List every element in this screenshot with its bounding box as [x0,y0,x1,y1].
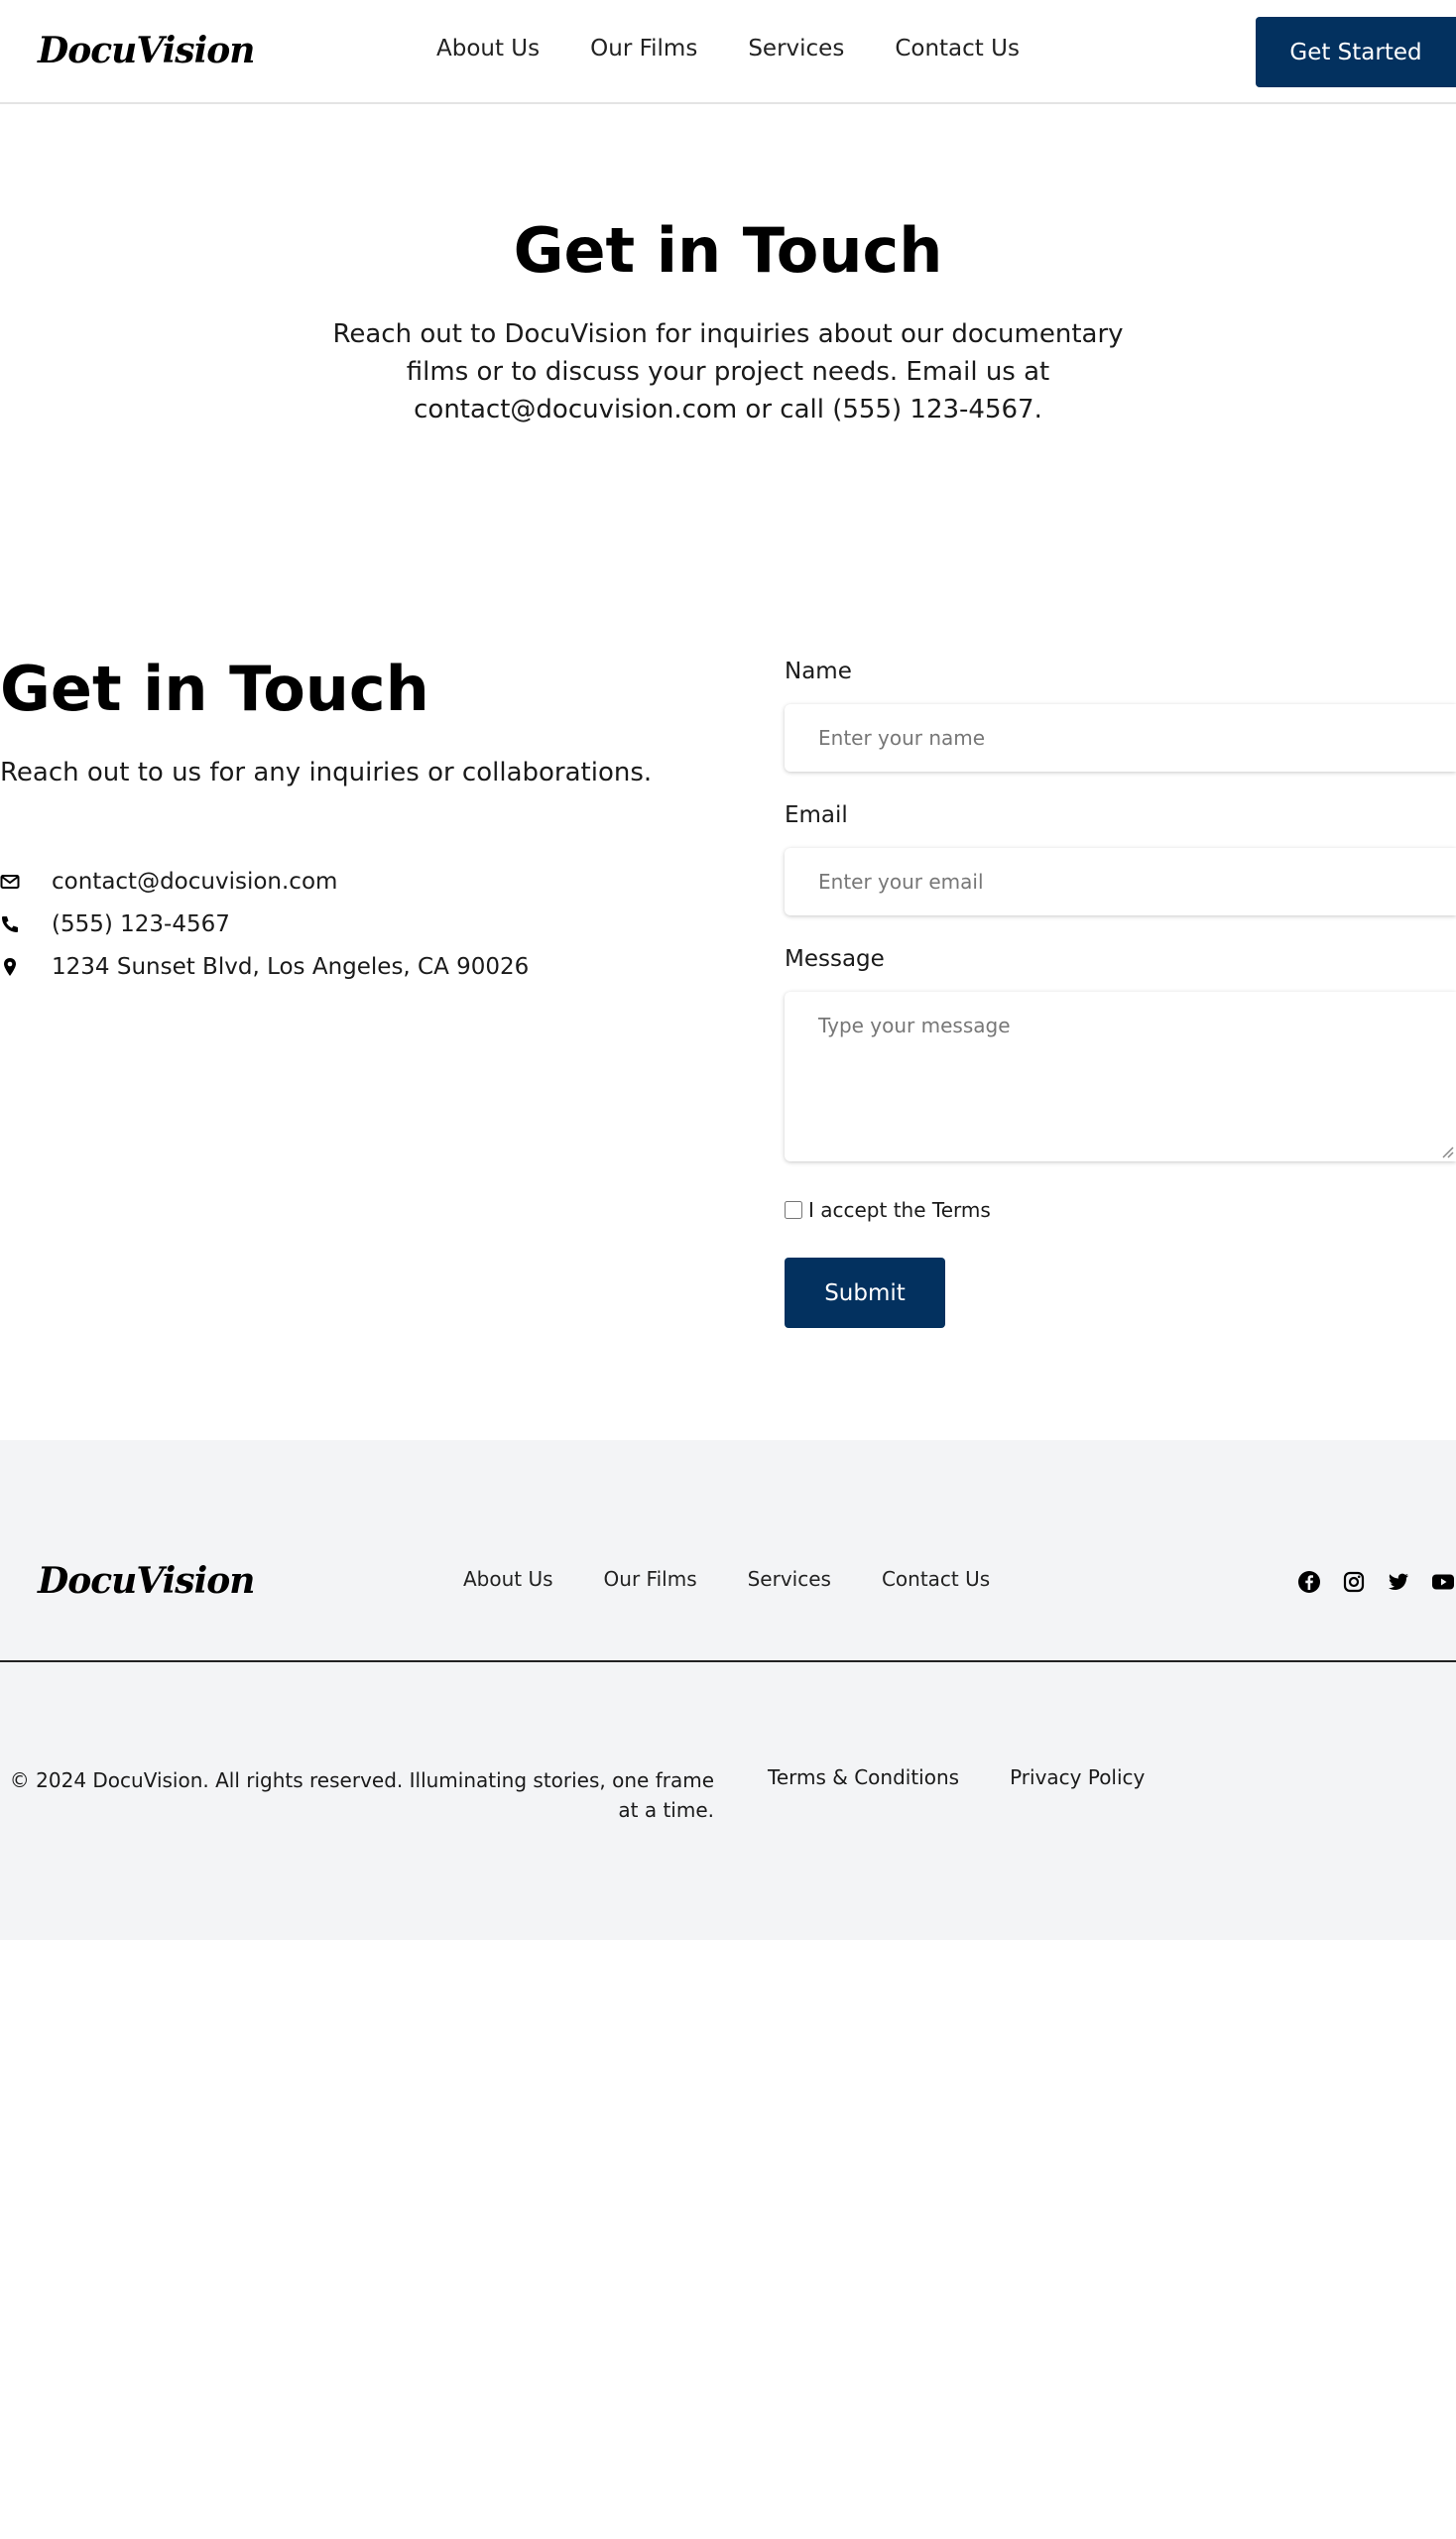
submit-button[interactable]: Submit [785,1258,945,1328]
get-started-button[interactable]: Get Started [1256,17,1456,87]
hero-title: Get in Touch [513,214,943,287]
map-pin-icon [4,958,16,976]
social-links [1297,1570,1456,1594]
twitter-icon[interactable] [1387,1570,1410,1594]
nav-services[interactable]: Services [748,36,844,61]
email-input[interactable] [785,848,1456,915]
footer-nav-our-films[interactable]: Our Films [604,1567,697,1591]
terms-checkbox[interactable] [785,1201,802,1219]
instagram-icon[interactable] [1342,1570,1366,1594]
name-input[interactable] [785,704,1456,772]
nav-our-films[interactable]: Our Films [590,36,697,61]
contact-phone-row: (555) 123-4567 [0,909,230,939]
facebook-icon[interactable] [1297,1570,1321,1594]
hero-text: Reach out to DocuVision for inquiries ab… [332,319,1124,424]
contact-phone[interactable]: (555) 123-4567 [52,911,230,937]
contact-subtitle: Reach out to us for any inquiries or col… [0,758,653,787]
footer-nav-contact-us[interactable]: Contact Us [882,1567,990,1591]
footer-nav: About Us Our Films Services Contact Us [463,1567,1040,1591]
legal-links: Terms & Conditions Privacy Policy [768,1765,1195,1789]
name-label: Name [785,659,852,684]
phone-icon [2,916,18,932]
message-label: Message [785,946,885,972]
terms-link[interactable]: Terms & Conditions [768,1765,959,1789]
footer-nav-about-us[interactable]: About Us [463,1567,553,1591]
terms-label[interactable]: I accept the Terms [808,1198,991,1222]
contact-email-row: contact@docuvision.com [0,867,337,897]
terms-row: I accept the Terms [785,1198,991,1222]
envelope-icon [0,875,20,889]
contact-address-row: 1234 Sunset Blvd, Los Angeles, CA 90026 [0,952,529,982]
message-textarea[interactable] [785,992,1456,1161]
nav-contact-us[interactable]: Contact Us [895,36,1020,61]
contact-title: Get in Touch [0,653,429,725]
header-nav: About Us Our Films Services Contact Us [436,36,1070,61]
copyright-text: © 2024 DocuVision. All rights reserved. … [9,1768,714,1822]
footer-logo[interactable]: DocuVision [38,1560,255,1602]
footer-divider [0,1660,1456,1662]
contact-email[interactable]: contact@docuvision.com [52,869,337,895]
youtube-icon[interactable] [1431,1570,1455,1594]
privacy-link[interactable]: Privacy Policy [1010,1765,1145,1789]
header-logo[interactable]: DocuVision [38,30,255,71]
site-footer: DocuVision About Us Our Films Services C… [0,1440,1456,1940]
site-header: DocuVision About Us Our Films Services C… [0,0,1456,104]
footer-nav-services[interactable]: Services [748,1567,831,1591]
resize-grip-icon[interactable] [1440,1145,1454,1158]
nav-about-us[interactable]: About Us [436,36,540,61]
email-label: Email [785,802,848,828]
contact-address: 1234 Sunset Blvd, Los Angeles, CA 90026 [52,954,530,980]
